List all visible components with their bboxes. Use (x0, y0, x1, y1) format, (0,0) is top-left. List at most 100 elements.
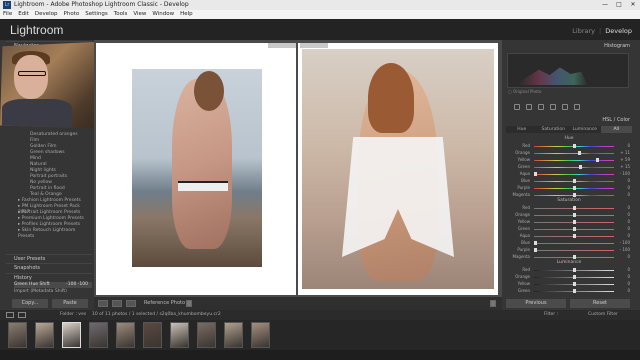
filmstrip-thumbnail[interactable] (170, 322, 189, 348)
slider-track[interactable] (534, 153, 614, 154)
slider-knob[interactable] (573, 220, 576, 224)
slider-knob[interactable] (577, 151, 581, 155)
grid-view-icon[interactable] (6, 312, 14, 318)
menu-tools[interactable]: Tools (114, 10, 128, 19)
saturation-slider-aqua[interactable]: Aqua 0 (510, 233, 630, 239)
slider-knob[interactable] (573, 186, 576, 190)
filmstrip-thumbnail[interactable] (89, 322, 108, 348)
radial-filter-icon[interactable] (562, 104, 568, 110)
slider-knob[interactable] (573, 144, 576, 148)
luminance-slider-orange[interactable]: Orange 0 (510, 274, 630, 280)
toolbar-menu-icon[interactable] (490, 300, 496, 307)
histogram-header[interactable]: Histogram (506, 43, 632, 50)
slider-knob[interactable] (573, 268, 576, 272)
previous-button[interactable]: Previous (506, 299, 566, 308)
slider-knob[interactable] (534, 248, 537, 252)
second-window-icon[interactable] (18, 312, 26, 318)
filmstrip-source[interactable]: Folder : ves (60, 312, 86, 317)
filmstrip-thumbnail[interactable] (8, 322, 27, 348)
reset-button[interactable]: Reset (570, 299, 630, 308)
filmstrip-thumbnail[interactable] (251, 322, 270, 348)
module-develop[interactable]: Develop (605, 27, 632, 35)
history-header[interactable]: History (6, 273, 92, 281)
menu-file[interactable]: File (3, 10, 12, 19)
paste-button[interactable]: Paste (52, 299, 88, 308)
slider-knob[interactable] (573, 255, 576, 259)
saturation-slider-red[interactable]: Red 0 (510, 205, 630, 211)
luminance-slider-green[interactable]: Green 0 (510, 288, 630, 294)
slider-knob[interactable] (573, 275, 576, 279)
tab-luminance[interactable]: Luminance (569, 126, 601, 133)
histogram[interactable] (507, 53, 629, 88)
slider-value[interactable]: 0 (616, 288, 630, 294)
saturation-slider-orange[interactable]: Orange 0 (510, 212, 630, 218)
slider-value[interactable]: + 11 (616, 150, 630, 156)
reference-view-button[interactable] (126, 300, 136, 307)
slider-knob[interactable] (573, 234, 576, 238)
slider-value[interactable]: 0 (616, 185, 630, 191)
module-library[interactable]: Library (572, 27, 595, 35)
slider-knob[interactable] (534, 241, 537, 245)
copy-button[interactable]: Copy... (12, 299, 48, 308)
reference-lock-icon[interactable] (186, 300, 192, 307)
slider-knob[interactable] (573, 282, 576, 286)
adjustment-brush-icon[interactable] (574, 104, 580, 110)
slider-value[interactable]: - 100 (616, 171, 630, 177)
filmstrip-thumbnail[interactable] (35, 322, 54, 348)
slider-value[interactable]: - 100 (616, 247, 630, 253)
slider-knob[interactable] (573, 213, 576, 217)
tab-all[interactable]: All (600, 126, 632, 133)
slider-knob[interactable] (573, 289, 576, 293)
before-photo[interactable] (132, 69, 262, 267)
menu-window[interactable]: Window (152, 10, 174, 19)
slider-track[interactable] (534, 167, 614, 168)
history-row[interactable]: Green Hue Shift -100 -100 (14, 282, 92, 288)
slider-track[interactable] (534, 250, 614, 251)
filmstrip-thumbnail[interactable] (62, 322, 81, 348)
after-photo[interactable] (302, 49, 494, 289)
crop-tool-icon[interactable] (514, 104, 520, 110)
slider-value[interactable]: 0 (616, 205, 630, 211)
slider-value[interactable]: 0 (616, 274, 630, 280)
slider-value[interactable]: 0 (616, 212, 630, 218)
tab-saturation[interactable]: Saturation (537, 126, 569, 133)
saturation-slider-green[interactable]: Green 0 (510, 226, 630, 232)
slider-knob[interactable] (579, 165, 583, 169)
filmstrip-thumbnail[interactable] (224, 322, 243, 348)
slider-value[interactable]: 0 (616, 281, 630, 287)
saturation-slider-purple[interactable]: Purple - 100 (510, 247, 630, 253)
slider-knob[interactable] (596, 158, 600, 162)
hue-slider-blue[interactable]: Blue 0 (510, 178, 630, 184)
tab-hue[interactable]: Hue (506, 126, 538, 133)
slider-knob[interactable] (573, 227, 576, 231)
hsl-header[interactable]: HSL / Color (506, 117, 632, 124)
maximize-button[interactable]: □ (612, 0, 626, 10)
history-row[interactable]: Import (Metadata Shift) (14, 289, 92, 295)
graduated-filter-icon[interactable] (550, 104, 556, 110)
slider-knob[interactable] (573, 193, 576, 197)
hue-slider-red[interactable]: Red 0 (510, 143, 630, 149)
slider-value[interactable]: 0 (616, 143, 630, 149)
close-button[interactable]: ✕ (626, 0, 640, 10)
spot-removal-icon[interactable] (526, 104, 532, 110)
snapshots-header[interactable]: Snapshots (6, 263, 92, 271)
slider-value[interactable]: - 100 (616, 240, 630, 246)
filmstrip-thumbnail[interactable] (197, 322, 216, 348)
user-presets-folder[interactable]: User Presets (6, 254, 92, 262)
slider-value[interactable]: 0 (616, 233, 630, 239)
menu-view[interactable]: View (133, 10, 146, 19)
slider-track[interactable] (534, 174, 614, 175)
slider-knob[interactable] (534, 172, 537, 176)
hue-slider-yellow[interactable]: Yellow + 59 (510, 157, 630, 163)
hue-slider-purple[interactable]: Purple 0 (510, 185, 630, 191)
loupe-view-button[interactable] (98, 300, 108, 307)
menu-photo[interactable]: Photo (64, 10, 80, 19)
slider-value[interactable]: 0 (616, 178, 630, 184)
hue-slider-aqua[interactable]: Aqua - 100 (510, 171, 630, 177)
hue-slider-orange[interactable]: Orange + 11 (510, 150, 630, 156)
saturation-slider-yellow[interactable]: Yellow 0 (510, 219, 630, 225)
slider-value[interactable]: + 15 (616, 164, 630, 170)
slider-value[interactable]: 0 (616, 226, 630, 232)
slider-knob[interactable] (573, 179, 576, 183)
filmstrip-thumbnail[interactable] (116, 322, 135, 348)
